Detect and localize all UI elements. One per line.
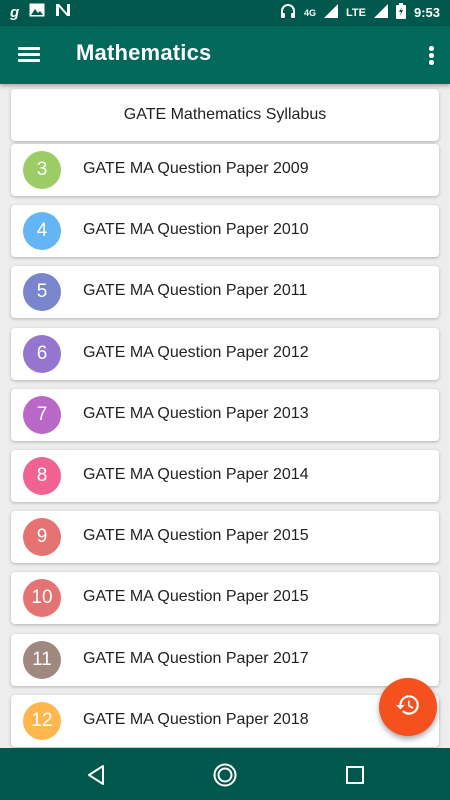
number-badge: 3 bbox=[23, 151, 61, 189]
list-item-label: GATE MA Question Paper 2015 bbox=[83, 527, 309, 545]
list-item-label: GATE MA Question Paper 2012 bbox=[83, 343, 309, 361]
list-item-label: GATE MA Question Paper 2013 bbox=[83, 404, 309, 422]
paper-list: GATE Mathematics Syllabus 3 GATE MA Quest… bbox=[0, 84, 450, 748]
number-badge: 11 bbox=[23, 640, 61, 679]
number-badge: 7 bbox=[23, 395, 61, 434]
home-icon[interactable] bbox=[212, 762, 238, 788]
back-icon[interactable] bbox=[84, 762, 110, 788]
list-item[interactable]: 11 GATE MA Question Paper 2017 bbox=[11, 633, 439, 686]
list-item-label: GATE MA Question Paper 2015 bbox=[83, 588, 309, 606]
clock-time: 9:53 bbox=[413, 5, 440, 20]
app-bar: Mathematics bbox=[0, 26, 450, 84]
list-item[interactable]: 4 GATE MA Question Paper 2010 bbox=[11, 205, 439, 258]
syllabus-card[interactable]: GATE Mathematics Syllabus bbox=[11, 89, 439, 141]
battery-icon bbox=[395, 3, 406, 22]
recents-icon[interactable] bbox=[342, 762, 368, 788]
signal-icon bbox=[324, 4, 338, 21]
list-item[interactable]: 9 GATE MA Question Paper 2015 bbox=[11, 511, 439, 564]
number-badge: 10 bbox=[23, 579, 61, 618]
list-item-label: GATE MA Question Paper 2018 bbox=[83, 710, 309, 728]
list-item-label: GATE MA Question Paper 2010 bbox=[83, 221, 309, 239]
number-badge: 8 bbox=[23, 457, 61, 495]
system-nav-bar bbox=[0, 748, 450, 800]
status-bar: g 4G LTE 9:53 bbox=[0, 0, 450, 26]
list-item-label: GATE MA Question Paper 2009 bbox=[83, 160, 309, 177]
list-item[interactable]: 8 GATE MA Question Paper 2014 bbox=[11, 450, 439, 502]
list-item[interactable]: 6 GATE MA Question Paper 2012 bbox=[11, 327, 439, 380]
list-item-label: GATE MA Question Paper 2011 bbox=[83, 282, 308, 300]
n-app-icon bbox=[55, 3, 71, 22]
history-fab-button[interactable] bbox=[379, 678, 437, 736]
lte-label: LTE bbox=[346, 6, 366, 19]
gmail-g-icon: g bbox=[10, 4, 20, 21]
number-badge: 5 bbox=[23, 273, 61, 312]
signal-icon-2 bbox=[373, 4, 388, 21]
list-item[interactable]: 3 GATE MA Question Paper 2009 bbox=[11, 144, 439, 196]
number-badge: 9 bbox=[23, 518, 61, 557]
list-item[interactable]: 7 GATE MA Question Paper 2013 bbox=[11, 388, 439, 441]
history-icon bbox=[395, 692, 421, 723]
list-item-label: GATE MA Question Paper 2017 bbox=[83, 649, 309, 667]
list-item-label: GATE MA Question Paper 2014 bbox=[83, 466, 309, 483]
number-badge: 12 bbox=[23, 701, 61, 740]
number-badge: 4 bbox=[23, 212, 61, 251]
network-type: 4G bbox=[303, 7, 316, 18]
image-icon bbox=[29, 3, 45, 22]
list-item[interactable]: 12 GATE MA Question Paper 2018 bbox=[11, 694, 439, 747]
number-badge: 6 bbox=[23, 334, 61, 373]
page-title: Mathematics bbox=[76, 40, 212, 65]
list-item[interactable]: 5 GATE MA Question Paper 2011 bbox=[11, 266, 439, 319]
list-item[interactable]: 10 GATE MA Question Paper 2015 bbox=[11, 572, 439, 625]
hamburger-menu-icon[interactable] bbox=[18, 44, 42, 64]
headphones-icon bbox=[280, 3, 296, 22]
more-vert-icon[interactable] bbox=[426, 44, 436, 66]
